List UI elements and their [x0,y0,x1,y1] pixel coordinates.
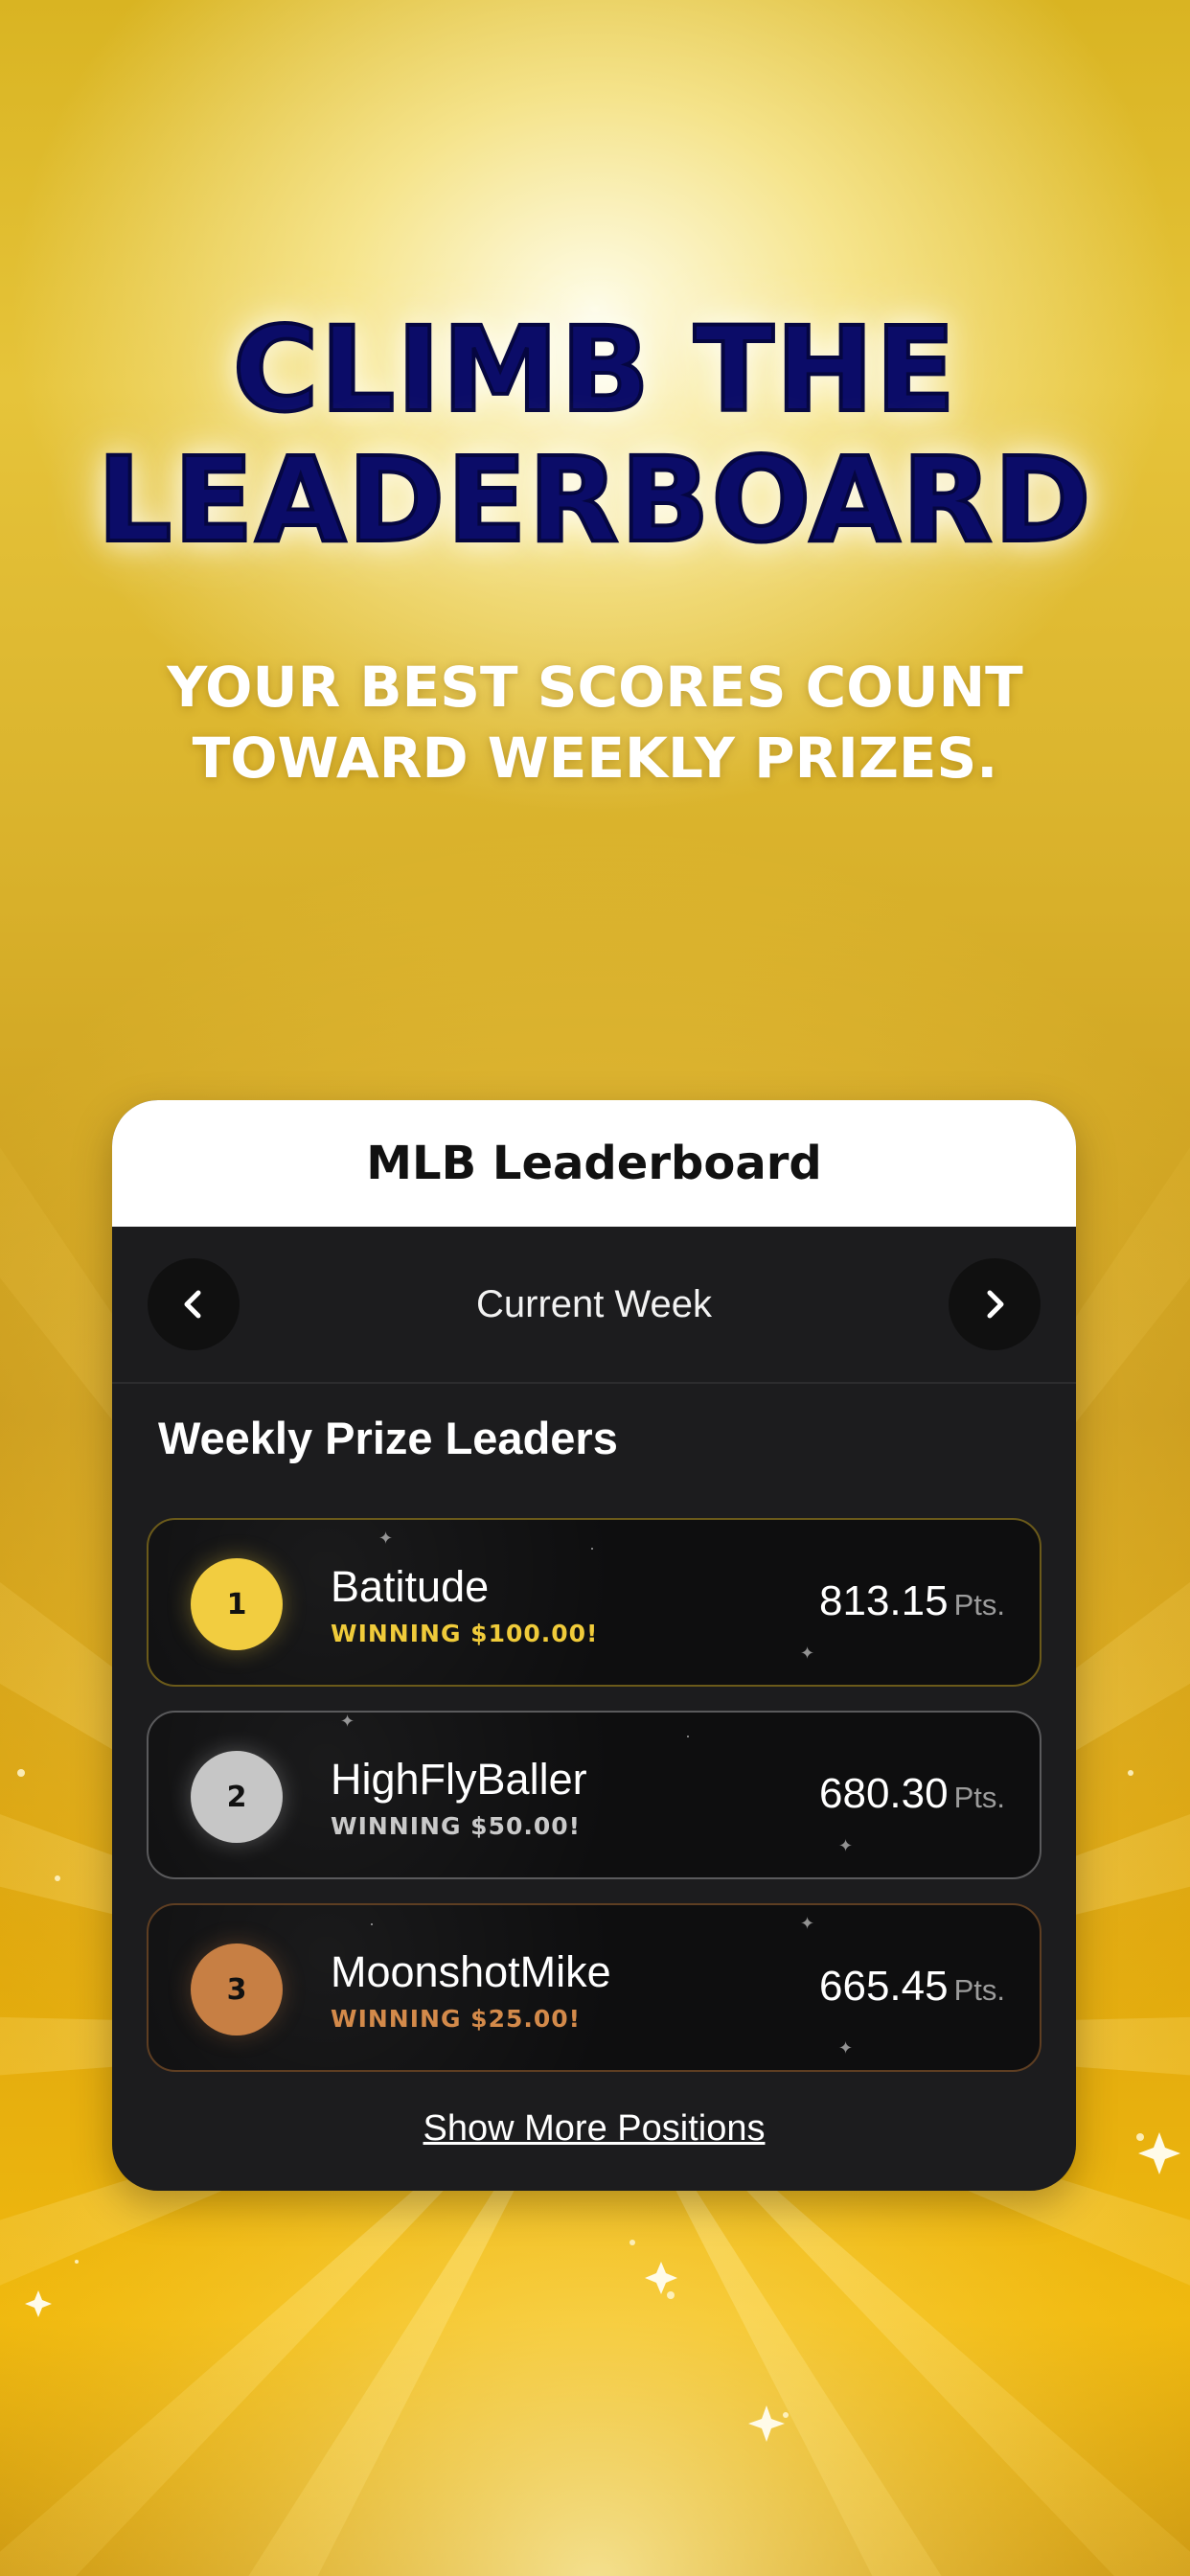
prize-label: WINNING $50.00! [331,1812,582,1840]
hero-title-line1: CLIMB THE [231,302,958,438]
sparkle-decoration: ✦ [340,1712,355,1731]
sparkle-decoration: ✦ [838,1836,854,1855]
sparkle-decoration: ✦ [838,2038,854,2058]
hero-subtitle-line1: YOUR BEST SCORES COUNT [167,655,1023,720]
player-name: MoonshotMike [331,1947,611,1996]
rank-badge-gold: 1 [191,1558,283,1650]
score-value: 665.45 [819,1963,949,2010]
score: 813.15 Pts. [819,1577,1005,1625]
week-selector: Current Week [112,1227,1076,1384]
hero-title: CLIMB THE LEADERBOARD [0,302,1190,568]
score: 680.30 Pts. [819,1770,1005,1818]
show-more-positions-link[interactable]: Show More Positions [112,2108,1076,2150]
hero-subtitle: YOUR BEST SCORES COUNT TOWARD WEEKLY PRI… [0,652,1190,794]
leader-row-3[interactable]: · ✦ ✦ 3 MoonshotMike WINNING $25.00! 665… [147,1903,1041,2072]
chevron-left-icon [184,1290,201,1319]
leader-row-1[interactable]: ✦ ✦ · 1 Batitude WINNING $100.00! 813.15… [147,1518,1041,1687]
score-unit: Pts. [953,1781,1005,1814]
score-unit: Pts. [953,1973,1005,2007]
card-title: MLB Leaderboard [366,1137,822,1190]
next-week-button[interactable] [949,1258,1041,1350]
previous-week-button[interactable] [148,1258,240,1350]
week-label: Current Week [475,1282,712,1325]
leader-row-2[interactable]: ✦ ✦ · 2 HighFlyBaller WINNING $50.00! 68… [147,1711,1041,1879]
prize-label: WINNING $100.00! [331,1620,599,1647]
sparkle-decoration: · [685,1726,691,1745]
chevron-right-icon [987,1290,1004,1319]
leaderboard-card: MLB Leaderboard Current Week Weekly Priz… [112,1100,1076,2191]
sparkle-decoration: ✦ [800,1644,815,1663]
score-unit: Pts. [953,1588,1005,1622]
section-title: Weekly Prize Leaders [158,1413,618,1463]
prize-label: WINNING $25.00! [331,2005,582,2033]
player-name: Batitude [331,1562,490,1611]
rank-badge-silver: 2 [191,1751,283,1843]
player-name: HighFlyBaller [331,1755,587,1804]
sparkle-decoration: ✦ [378,1529,394,1548]
score-value: 813.15 [819,1577,949,1624]
leader-list: ✦ ✦ · 1 Batitude WINNING $100.00! 813.15… [147,1518,1041,2096]
sparkle-decoration: · [369,1914,375,1933]
sparkle-decoration: · [589,1538,595,1557]
rank-badge-bronze: 3 [191,1944,283,2036]
hero-title-line2: LEADERBOARD [95,432,1093,568]
score: 665.45 Pts. [819,1963,1005,2011]
sparkle-decoration: ✦ [800,1914,815,1933]
score-value: 680.30 [819,1770,949,1817]
hero-subtitle-line2: TOWARD WEEKLY PRIZES. [192,725,998,791]
card-header: MLB Leaderboard [112,1100,1076,1227]
